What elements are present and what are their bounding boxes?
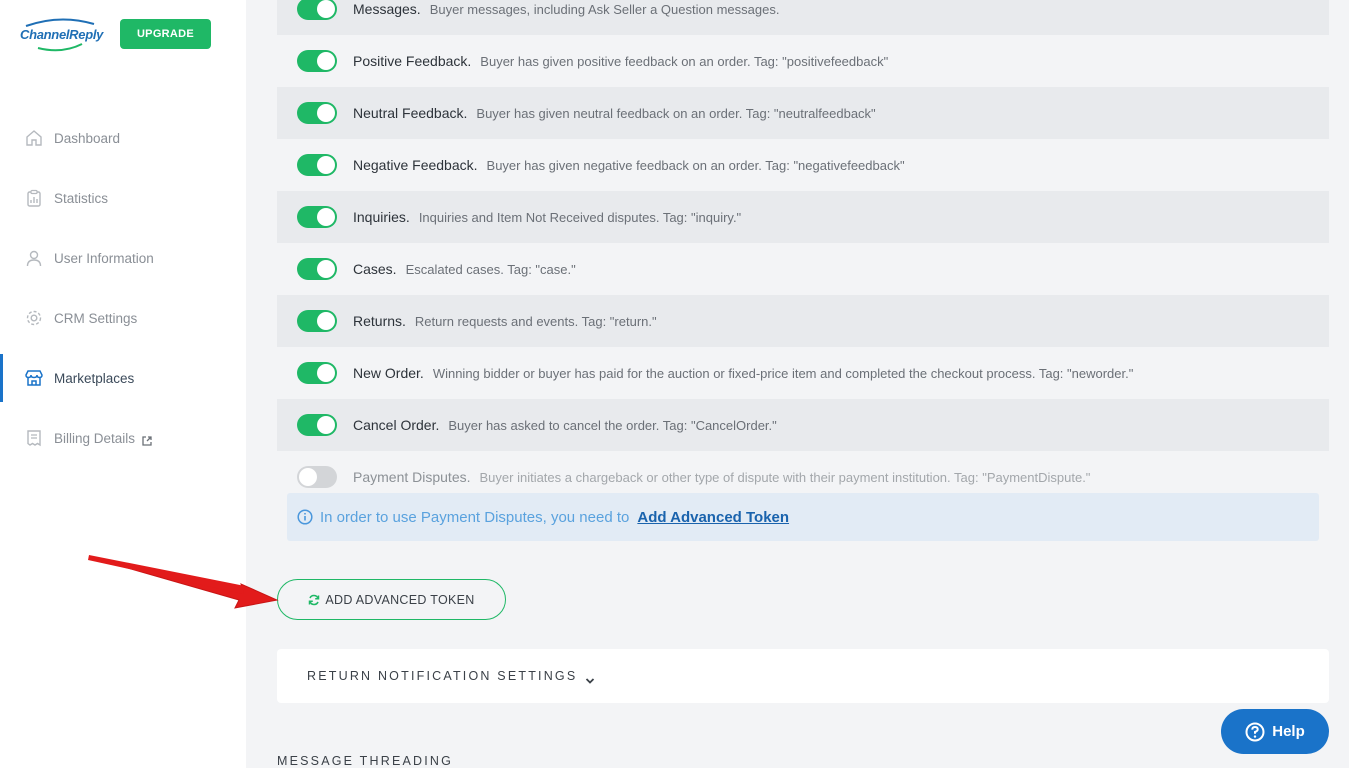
toggle-switch[interactable] [297,258,337,280]
notification-row-cases: Cases. Escalated cases. Tag: "case." [277,243,1329,295]
notification-row-negative-feedback: Negative Feedback. Buyer has given negat… [277,139,1329,191]
toggle-switch[interactable] [297,0,337,20]
notification-title: Positive Feedback. [353,53,472,69]
notification-description: Winning bidder or buyer has paid for the… [432,365,1134,381]
channelreply-logo[interactable]: ChannelReply [20,18,104,54]
sidebar-item-label: CRM Settings [54,310,138,326]
payment-disputes-info-box: In order to use Payment Disputes, you ne… [287,493,1319,541]
help-button[interactable]: Help [1221,709,1329,754]
return-notification-settings-panel[interactable]: RETURN NOTIFICATION SETTINGS [277,649,1329,703]
toggle-switch[interactable] [297,414,337,436]
sidebar-item-label: User Information [54,250,154,266]
gear-icon [24,308,44,328]
notification-description: Return requests and events. Tag: "return… [414,313,657,329]
home-icon [24,128,44,148]
external-link-icon [142,433,152,446]
notification-title: Messages. [353,1,421,17]
notification-row-cancel-order: Cancel Order. Buyer has asked to cancel … [277,399,1329,451]
sidebar: ChannelReply UPGRADE Dashboard Statistic… [0,0,246,768]
return-notification-settings-label: RETURN NOTIFICATION SETTINGS [307,669,578,683]
toggle-knob [317,312,335,330]
toggle-switch[interactable] [297,362,337,384]
upgrade-button[interactable]: UPGRADE [120,19,211,49]
add-advanced-token-label: ADD ADVANCED TOKEN [325,592,475,607]
sidebar-item-label: Dashboard [54,130,121,146]
toggle-switch[interactable] [297,310,337,332]
notification-row-inquiries: Inquiries. Inquiries and Item Not Receiv… [277,191,1329,243]
notification-row-returns: Returns. Return requests and events. Tag… [277,295,1329,347]
add-advanced-token-button[interactable]: ADD ADVANCED TOKEN [277,579,506,620]
info-text: In order to use Payment Disputes, you ne… [320,508,630,526]
toggle-knob [317,364,335,382]
notification-description: Buyer has given neutral feedback on an o… [476,105,876,121]
sidebar-item-label: Statistics [54,190,109,206]
sidebar-item-crm-settings[interactable]: CRM Settings [0,294,246,342]
sidebar-item-label: Marketplaces [54,370,135,386]
toggle-knob [317,52,335,70]
notification-title: Cases. [353,261,397,277]
info-icon [297,509,313,525]
toggle-switch[interactable] [297,102,337,124]
toggle-knob [299,468,317,486]
store-icon [24,368,44,388]
notification-title: Negative Feedback. [353,157,478,173]
notification-description: Escalated cases. Tag: "case." [405,261,576,277]
notification-description: Buyer has given negative feedback on an … [486,157,905,173]
toggle-knob [317,0,335,18]
toggle-knob [317,260,335,278]
toggle-knob [317,104,335,122]
notification-title: New Order. [353,365,424,381]
toggle-knob [317,156,335,174]
sidebar-item-marketplaces[interactable]: Marketplaces [0,354,246,402]
notification-row-neutral-feedback: Neutral Feedback. Buyer has given neutra… [277,87,1329,139]
add-advanced-token-link[interactable]: Add Advanced Token [637,509,789,526]
notification-description: Buyer initiates a chargeback or other ty… [479,469,1091,485]
sidebar-item-user-information[interactable]: User Information [0,234,246,282]
notification-row-new-order: New Order. Winning bidder or buyer has p… [277,347,1329,399]
notification-description: Inquiries and Item Not Received disputes… [418,209,742,225]
sidebar-item-label: Billing Details [54,430,136,446]
notification-title: Returns. [353,313,406,329]
message-threading-heading: MESSAGE THREADING [277,754,454,768]
notification-title: Inquiries. [353,209,410,225]
notification-title: Cancel Order. [353,417,440,433]
toggle-switch[interactable] [297,206,337,228]
notification-row-positive-feedback: Positive Feedback. Buyer has given posit… [277,35,1329,87]
notification-title: Payment Disputes. [353,469,471,485]
chevron-down-icon [585,672,595,684]
notification-description: Buyer messages, including Ask Seller a Q… [429,1,780,17]
toggle-knob [317,208,335,226]
help-label: Help [1272,723,1305,740]
user-icon [24,248,44,268]
sidebar-item-billing-details[interactable]: Billing Details [0,414,246,462]
toggle-switch[interactable] [297,154,337,176]
notification-row-messages: Messages. Buyer messages, including Ask … [277,0,1329,35]
refresh-icon [308,594,320,606]
clipboard-chart-icon [24,188,44,208]
notification-description: Buyer has given positive feedback on an … [480,53,889,69]
red-arrow-annotation [88,555,279,609]
receipt-icon [24,428,44,448]
question-circle-icon [1245,722,1265,742]
toggle-switch[interactable] [297,466,337,488]
toggle-knob [317,416,335,434]
notification-title: Neutral Feedback. [353,105,468,121]
logo-text: ChannelReply [20,27,104,42]
toggle-switch[interactable] [297,50,337,72]
sidebar-item-dashboard[interactable]: Dashboard [0,114,246,162]
notification-description: Buyer has asked to cancel the order. Tag… [448,417,777,433]
sidebar-item-statistics[interactable]: Statistics [0,174,246,222]
